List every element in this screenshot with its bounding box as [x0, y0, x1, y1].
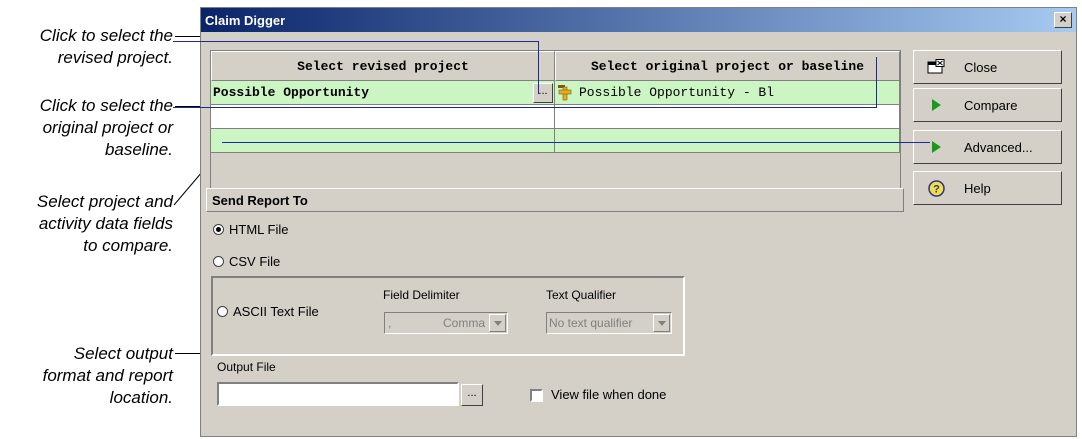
original-project-cell[interactable]	[555, 105, 900, 129]
chevron-down-icon[interactable]	[489, 314, 506, 332]
select-revised-project-button[interactable]: ...	[533, 83, 553, 103]
window-title: Claim Digger	[205, 12, 286, 28]
browse-output-file-button[interactable]: ...	[461, 384, 483, 406]
title-bar: Claim Digger ×	[201, 8, 1076, 32]
play-icon	[926, 95, 946, 115]
text-qualifier-select[interactable]: No text qualifier	[546, 312, 672, 334]
column-header-revised[interactable]: Select revised project	[211, 51, 555, 81]
leader-line	[175, 36, 200, 37]
project-grid: Select revised project Select original p…	[210, 50, 901, 190]
html-file-radio[interactable]	[213, 224, 224, 235]
field-delimiter-select[interactable]: , Comma	[384, 312, 508, 334]
revised-project-cell[interactable]: Possible Opportunity	[211, 81, 555, 105]
callout-line: Select project and	[36, 192, 173, 211]
callout-line: Click to select the	[39, 96, 173, 115]
pointer-line	[173, 107, 876, 108]
original-project-cell[interactable]: Possible Opportunity - Bl	[555, 81, 900, 105]
callout-line: location.	[109, 388, 173, 407]
callout-revised-project: Click to select the revised project.	[40, 25, 173, 69]
pointer-line	[538, 41, 539, 94]
callout-original-project: Click to select the original project or …	[40, 95, 173, 161]
table-row[interactable]: Possible Opportunity ... Possible Opport…	[211, 81, 900, 105]
advanced-button-label: Advanced...	[964, 139, 1033, 155]
callout-line: revised project.	[57, 48, 173, 67]
original-project-value: Possible Opportunity - Bl	[579, 85, 775, 100]
svg-text:?: ?	[933, 183, 940, 195]
compare-button[interactable]: Compare	[913, 88, 1062, 122]
view-when-done-label[interactable]: View file when done	[551, 387, 666, 402]
ascii-text-file-label[interactable]: ASCII Text File	[233, 304, 319, 319]
output-file-input[interactable]	[217, 382, 459, 406]
help-button[interactable]: ? Help	[913, 171, 1062, 205]
close-button-label: Close	[964, 59, 998, 75]
pointer-line	[173, 41, 538, 42]
callout-line: original project or	[42, 118, 173, 137]
callout-line: Select output	[73, 344, 173, 363]
field-delimiter-label: Field Delimiter	[383, 288, 460, 302]
column-header-original[interactable]: Select original project or baseline	[555, 51, 900, 81]
field-delimiter-name: Comma	[442, 316, 485, 330]
callout-line: activity data fields	[38, 214, 173, 233]
csv-file-radio[interactable]	[213, 256, 224, 267]
html-file-label[interactable]: HTML File	[229, 222, 288, 237]
play-icon	[926, 137, 946, 157]
csv-file-label[interactable]: CSV File	[229, 254, 280, 269]
revised-project-cell[interactable]	[211, 105, 555, 129]
callout-line: Click to select the	[39, 26, 173, 45]
callout-line: baseline.	[104, 140, 173, 159]
original-project-cell[interactable]	[555, 129, 900, 153]
callout-line: to compare.	[83, 236, 173, 255]
pointer-line	[222, 142, 930, 143]
view-when-done-checkbox[interactable]	[530, 389, 543, 402]
text-qualifier-value: No text qualifier	[549, 316, 633, 330]
revised-project-cell[interactable]	[211, 129, 555, 153]
advanced-button[interactable]: Advanced...	[913, 130, 1062, 164]
revised-project-value: Possible Opportunity	[213, 85, 370, 100]
baseline-project-icon	[558, 84, 572, 100]
output-file-label: Output File	[217, 360, 276, 374]
claim-digger-dialog: Claim Digger × Select revised project Se…	[200, 7, 1077, 437]
close-button[interactable]: Close	[913, 50, 1062, 84]
chevron-down-icon[interactable]	[653, 314, 670, 332]
pointer-line	[876, 57, 877, 108]
help-button-label: Help	[964, 180, 991, 196]
send-report-heading: Send Report To	[206, 188, 904, 212]
help-icon: ?	[926, 178, 946, 198]
table-row[interactable]	[211, 129, 900, 153]
window-close-button[interactable]: ×	[1054, 12, 1072, 28]
callout-line: format and report	[42, 366, 173, 385]
callout-data-fields: Select project and activity data fields …	[37, 191, 173, 257]
table-row[interactable]	[211, 105, 900, 129]
ascii-text-file-radio[interactable]	[217, 306, 228, 317]
callout-output-format: Select output format and report location…	[43, 343, 173, 409]
text-qualifier-label: Text Qualifier	[546, 288, 617, 302]
close-window-icon	[926, 57, 946, 77]
compare-button-label: Compare	[964, 97, 1018, 113]
field-delimiter-value: ,	[388, 316, 392, 330]
